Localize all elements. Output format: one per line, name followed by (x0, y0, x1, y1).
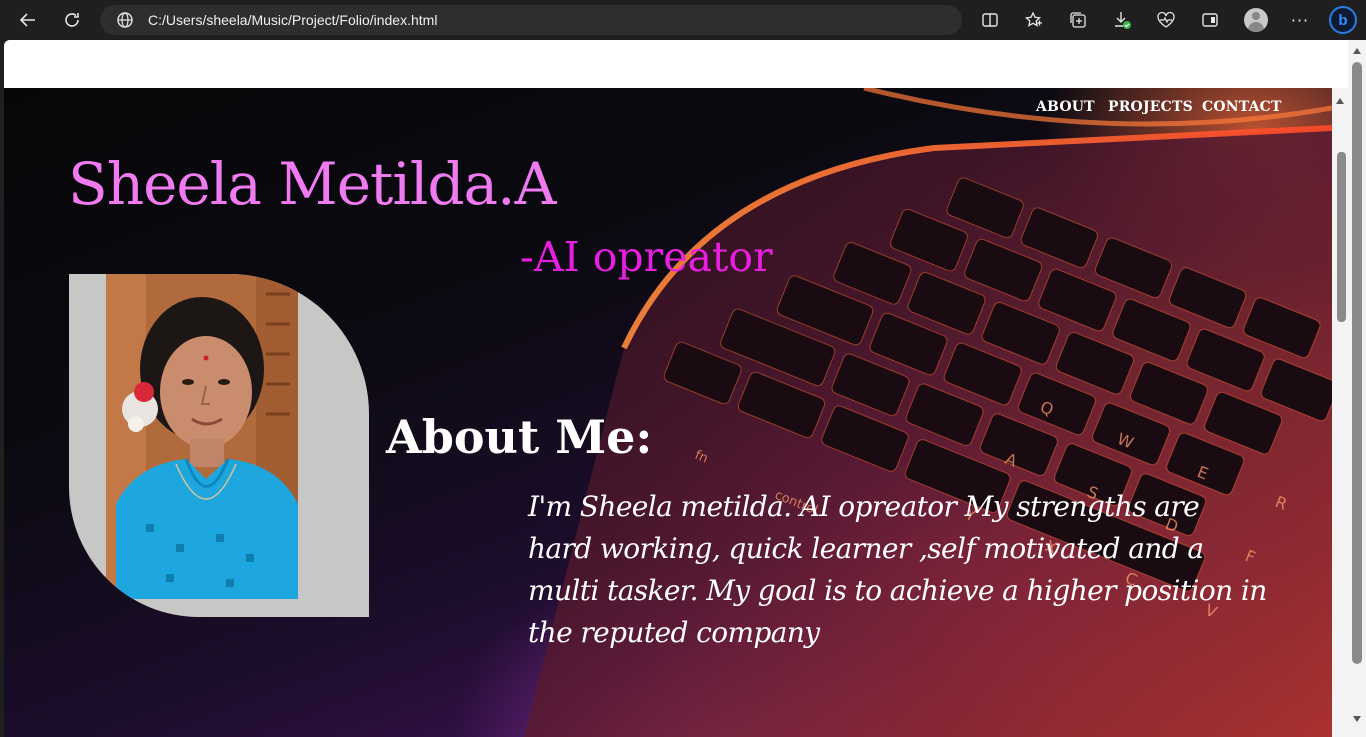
split-screen-icon[interactable] (978, 8, 1002, 32)
url-text[interactable]: C:/Users/sheela/Music/Project/Folio/inde… (148, 12, 437, 28)
profile-name-heading: Sheela Metilda.A (68, 150, 556, 218)
nav-projects-link[interactable]: PROJECTS (1108, 99, 1193, 115)
more-icon[interactable]: ··· (1288, 8, 1312, 32)
browser-toolbar: C:/Users/sheela/Music/Project/Folio/inde… (0, 0, 1366, 40)
refresh-icon[interactable] (58, 6, 86, 34)
profile-photo-frame (69, 274, 369, 617)
collections-icon[interactable] (1066, 8, 1090, 32)
back-icon[interactable] (14, 6, 42, 34)
inner-scroll-up-icon[interactable] (1336, 98, 1344, 104)
about-me-heading: About Me: (386, 410, 653, 464)
nav-about-link[interactable]: ABOUT (1036, 99, 1095, 115)
profile-photo (106, 274, 298, 599)
page-top-band (4, 40, 1348, 88)
copilot-icon[interactable]: b (1329, 6, 1357, 34)
performance-icon[interactable] (1154, 8, 1178, 32)
scroll-up-icon[interactable] (1353, 48, 1361, 54)
inner-scrollbar-thumb[interactable] (1337, 152, 1346, 322)
downloads-icon[interactable] (1110, 8, 1134, 32)
hero-section: Q W E R A S D F Y X C V control fn ABOUT… (4, 88, 1332, 737)
favorites-icon[interactable] (1022, 8, 1046, 32)
page-scrollbar-thumb[interactable] (1352, 62, 1362, 664)
nav-contact-link[interactable]: CONTACT (1202, 99, 1282, 115)
about-me-paragraph: I'm Sheela metilda. AI opreator My stren… (528, 490, 1267, 649)
page-viewport: Q W E R A S D F Y X C V control fn ABOUT… (4, 40, 1348, 737)
globe-icon (116, 11, 134, 29)
profile-icon[interactable] (1244, 8, 1268, 32)
sidebar-icon[interactable] (1198, 8, 1222, 32)
address-bar[interactable]: C:/Users/sheela/Music/Project/Folio/inde… (100, 5, 962, 35)
scroll-down-icon[interactable] (1353, 716, 1361, 722)
profile-role-subtitle: -AI opreator (520, 233, 773, 281)
